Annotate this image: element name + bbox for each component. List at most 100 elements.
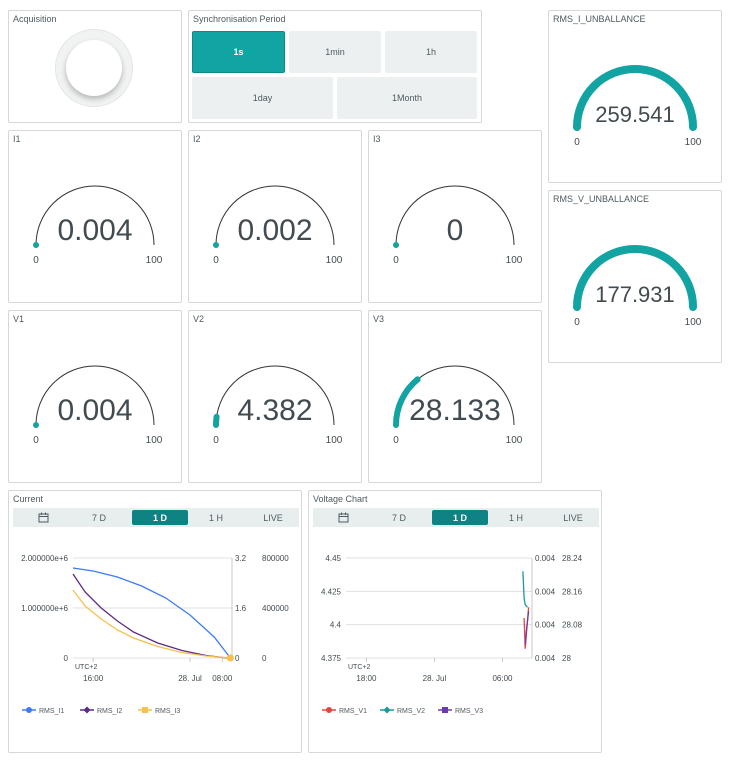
gauge-max-label: 100	[506, 435, 523, 446]
series-line-rms_i2	[72, 573, 228, 659]
gauge-min-label: 0	[393, 255, 399, 266]
card-title: Voltage Chart	[313, 494, 368, 504]
y-tick-label: 0	[235, 654, 240, 663]
gauge-value: 4.382	[237, 394, 312, 427]
gauge-needle-dot	[393, 242, 399, 248]
y-tick-label: 28.24	[562, 554, 583, 563]
calendar-icon[interactable]	[33, 508, 53, 527]
gauge-needle-dot	[213, 242, 219, 248]
calendar-icon[interactable]	[333, 508, 353, 527]
current-chart-plot: 0 1.000000e+6 2.000000e+6 0 1.6 3.2 0 400000 800…	[21, 554, 289, 716]
svg-text:RMS_I2: RMS_I2	[97, 708, 122, 715]
gauge-min-label: 0	[393, 435, 399, 446]
gauge-value: 177.931	[595, 282, 675, 307]
series-line-rms_i3	[72, 589, 231, 659]
y-tick-label: 0	[64, 654, 69, 663]
gauge-needle-dot	[213, 413, 220, 420]
gauge-needle-dot	[33, 422, 39, 428]
gauge-v2: 4.382 0 100	[213, 365, 343, 446]
svg-text:RMS_I3: RMS_I3	[155, 708, 180, 715]
gauge-v3: 28.133 0 100	[393, 365, 523, 446]
timezone-label: UTC+2	[75, 664, 97, 671]
sync-option-1min[interactable]: 1min	[289, 31, 381, 73]
gauge-min-label: 0	[574, 137, 580, 148]
gauge-i2: 0.002 0 100	[213, 185, 343, 266]
chart-range-tabs: 7 D 1 D 1 H LIVE	[13, 508, 299, 527]
y-tick-label: 28	[562, 654, 571, 663]
gauge-min-label: 0	[213, 255, 219, 266]
voltage-chart-plot: 4.375 4.4 4.425 4.45 0.004 0.004 0.004 0.004 28 2…	[321, 554, 583, 716]
y-tick-label: 0.004	[535, 621, 556, 630]
sync-option-1h[interactable]: 1h	[385, 31, 477, 73]
gauge-max-label: 100	[146, 435, 163, 446]
chart-range-tabs: 7 D 1 D 1 H LIVE	[313, 508, 599, 527]
card-title: Acquisition	[13, 14, 57, 24]
gauge-needle-dot	[33, 242, 39, 248]
tab-7d[interactable]: 7 D	[379, 508, 419, 527]
timezone-label: UTC+2	[348, 664, 370, 671]
legend-item-rms_i2[interactable]: RMS_I2	[80, 706, 122, 716]
svg-text:RMS_V1: RMS_V1	[339, 708, 367, 715]
y-tick-label: 400000	[262, 604, 289, 613]
x-tick-label: 08:00	[212, 674, 233, 683]
series-line-rms_v2	[522, 571, 528, 608]
gauge-min-label: 0	[33, 435, 39, 446]
gauge-max-label: 100	[326, 435, 343, 446]
y-tick-label: 800000	[262, 554, 289, 563]
gauge-min-label: 0	[574, 317, 580, 328]
acquisition-knob-button[interactable]	[66, 40, 122, 96]
y-tick-label: 2.000000e+6	[21, 554, 68, 563]
gauge-max-label: 100	[146, 255, 163, 266]
card-title: Synchronisation Period	[193, 14, 286, 24]
gauge-rms-v-unballance: 177.931 0 100	[573, 245, 702, 328]
y-tick-label: 0.004	[535, 654, 556, 663]
y-tick-label: 4.45	[325, 554, 341, 563]
svg-text:RMS_V2: RMS_V2	[397, 708, 425, 715]
y-tick-label: 28.16	[562, 587, 583, 596]
x-tick-label: 16:00	[83, 674, 104, 683]
gauge-min-label: 0	[213, 435, 219, 446]
legend-item-rms_i1[interactable]: RMS_I1	[22, 707, 64, 715]
tab-1h[interactable]: 1 H	[496, 508, 536, 527]
y-tick-label: 1.000000e+6	[21, 604, 68, 613]
y-tick-label: 0	[262, 654, 267, 663]
gauge-value: 0	[447, 214, 464, 247]
tab-live[interactable]: LIVE	[253, 508, 293, 527]
gauge-max-label: 100	[685, 137, 702, 148]
y-tick-label: 3.2	[235, 554, 247, 563]
svg-text:RMS_V3: RMS_V3	[455, 708, 483, 715]
legend-item-rms_v3[interactable]: RMS_V3	[438, 707, 483, 715]
gauge-value: 0.004	[57, 214, 132, 247]
sync-option-1month[interactable]: 1Month	[337, 77, 477, 119]
legend-item-rms_v1[interactable]: RMS_V1	[322, 707, 367, 715]
y-tick-label: 0.004	[535, 554, 556, 563]
tab-1h[interactable]: 1 H	[196, 508, 236, 527]
gauge-rms-i-unballance: 259.541 0 100	[573, 65, 702, 148]
tab-7d[interactable]: 7 D	[79, 508, 119, 527]
gauge-i1: 0.004 0 100	[33, 185, 163, 266]
x-tick-label: 28. Jul	[423, 674, 447, 683]
gauge-value: 28.133	[409, 394, 501, 427]
sync-option-1day[interactable]: 1day	[192, 77, 333, 119]
legend-item-rms_v2[interactable]: RMS_V2	[380, 706, 425, 716]
gauge-value: 0.004	[57, 394, 132, 427]
gauge-max-label: 100	[326, 255, 343, 266]
gauge-value: 259.541	[595, 102, 675, 127]
card-title: Current	[13, 494, 44, 504]
y-tick-label: 4.425	[321, 587, 342, 596]
y-tick-label: 4.375	[321, 654, 342, 663]
sync-option-1s[interactable]: 1s	[192, 31, 285, 73]
gauge-value: 0.002	[237, 214, 312, 247]
gauge-i3: 0 0 100	[393, 185, 523, 266]
series-line-rms_v3	[524, 611, 530, 645]
tab-1d[interactable]: 1 D	[132, 510, 188, 525]
series-end-marker	[226, 654, 234, 662]
gauge-max-label: 100	[506, 255, 523, 266]
x-tick-label: 18:00	[356, 674, 377, 683]
legend-item-rms_i3[interactable]: RMS_I3	[138, 707, 180, 715]
tab-live[interactable]: LIVE	[553, 508, 593, 527]
gauge-max-label: 100	[685, 317, 702, 328]
tab-1d[interactable]: 1 D	[432, 510, 488, 525]
y-tick-label: 0.004	[535, 587, 556, 596]
gauge-min-label: 0	[33, 255, 39, 266]
